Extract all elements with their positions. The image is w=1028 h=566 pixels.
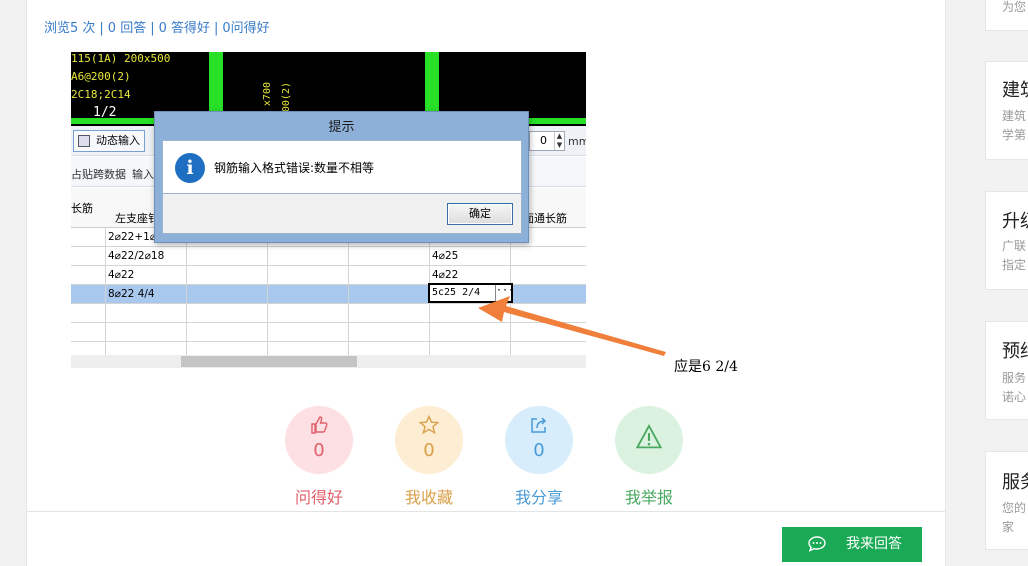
arrow-shape: [478, 296, 666, 356]
sidebar-card-title[interactable]: 升级: [1002, 207, 1028, 233]
sidebar-card[interactable]: 预约 服务 诺心: [985, 321, 1028, 420]
sidebar-card-text: 广联: [1002, 239, 1027, 253]
action-favorite[interactable]: 0 我收藏: [384, 406, 474, 508]
sidebar-card-text: 您的: [1002, 501, 1027, 515]
action-label: 我收藏: [404, 488, 453, 507]
spinner-value: 0: [540, 134, 547, 147]
answer-button[interactable]: 我来回答: [782, 527, 922, 562]
scrollbar-thumb[interactable]: [181, 356, 357, 367]
offset-spinner[interactable]: 0 ▲ ▼: [529, 131, 565, 151]
sidebar-card[interactable]: 服务 您的 家: [985, 451, 1028, 550]
action-label: 问得好: [294, 488, 343, 507]
table-row[interactable]: 4⌀22/2⌀18 4⌀25: [71, 247, 586, 266]
action-share[interactable]: 0 我分享: [494, 406, 584, 508]
sidebar-card-title[interactable]: 预约: [1002, 337, 1028, 363]
cad-text: 115(1A) 200x500: [71, 52, 171, 65]
thumbs-up-icon: [311, 416, 328, 434]
action-count: 0: [313, 440, 325, 461]
header-left-support: 左支座钅: [115, 212, 159, 225]
ok-button[interactable]: 确定: [447, 203, 513, 225]
sidebar-card[interactable]: 升级 广联 指定: [985, 191, 1028, 290]
alert-dialog: 提示 i 钢筋输入格式错误:数量不相等 确定: [154, 111, 529, 243]
sidebar-card[interactable]: 建筑 建筑 学第: [985, 61, 1028, 160]
grid-cell[interactable]: 4⌀25: [430, 247, 511, 266]
dialog-body: i 钢筋输入格式错误:数量不相等: [162, 140, 522, 194]
action-circle[interactable]: 0: [505, 406, 573, 474]
warning-icon: [636, 424, 662, 449]
annotation-note: 应是6 2/4: [674, 359, 738, 375]
header-top-through: 面通长筋: [523, 212, 567, 225]
action-label: 我分享: [514, 488, 563, 507]
separator: |: [214, 21, 219, 36]
cad-vertical-text: x700: [262, 82, 273, 107]
sidebar-card-text: 指定: [1002, 258, 1027, 272]
sidebar-card-title[interactable]: 服务: [1002, 468, 1028, 494]
question-stats: 浏览5 次 | 0 回答 | 0 答得好 | 0问得好: [44, 17, 270, 36]
chat-bubble-icon: [808, 536, 826, 552]
unit-label: mm: [568, 135, 586, 148]
action-count: 0: [533, 440, 545, 461]
action-circle[interactable]: 0: [395, 406, 463, 474]
info-icon: i: [175, 153, 205, 183]
header-through-bar: 长筋: [71, 202, 93, 215]
annotation-arrow-icon: [478, 296, 666, 356]
span-label: 1/2: [93, 105, 117, 120]
action-count: 0: [423, 440, 435, 461]
sidebar-card-text: 建筑: [1002, 109, 1027, 123]
separator: |: [150, 21, 155, 36]
answer-button-label: 我来回答: [846, 536, 902, 552]
good-answers-link[interactable]: 0 答得好: [159, 21, 210, 36]
answers-link[interactable]: 0 回答: [108, 21, 146, 36]
dialog-footer: 确定: [162, 194, 522, 234]
grid-cell[interactable]: 4⌀22/2⌀18: [106, 247, 187, 266]
views-count: 浏览5 次: [44, 21, 96, 36]
good-questions-link[interactable]: 0问得好: [222, 21, 269, 36]
sidebar-card-text: 家: [1002, 520, 1015, 534]
star-icon: [419, 415, 439, 435]
dynamic-input-label: 动态输入: [96, 134, 140, 147]
action-circle[interactable]: 0: [285, 406, 353, 474]
dialog-title: 提示: [328, 120, 355, 135]
action-label: 我举报: [624, 488, 673, 507]
grid-cell[interactable]: 4⌀22: [106, 266, 187, 285]
sidebar-card-title[interactable]: 建筑: [1002, 76, 1028, 102]
sidebar-card-text: 诺心: [1002, 390, 1027, 404]
input-label[interactable]: 输入: [132, 166, 154, 182]
keyboard-icon: [78, 135, 90, 147]
paste-span-label[interactable]: 占贴跨数据: [71, 166, 126, 182]
sidebar-card-text: 服务: [1002, 371, 1027, 385]
page: 浏览5 次 | 0 回答 | 0 答得好 | 0问得好 115(1A) 200x500 A6…: [0, 0, 1028, 566]
dialog-message: 钢筋输入格式错误:数量不相等: [214, 161, 375, 175]
separator: |: [99, 21, 104, 36]
sidebar-card-text: 学第: [1002, 128, 1027, 142]
sidebar-card-top: 为您: [985, 0, 1028, 31]
action-circle[interactable]: [615, 406, 683, 474]
action-report[interactable]: 我举报: [604, 406, 694, 508]
sidebar-card-text: 为您: [1002, 0, 1027, 14]
spinner-arrows-icon[interactable]: ▲ ▼: [554, 132, 564, 150]
dynamic-input-button[interactable]: 动态输入: [73, 130, 145, 152]
cad-text: 2C18;2C14: [71, 88, 131, 101]
share-icon: [531, 417, 547, 433]
grid-cell[interactable]: 8⌀22 4/4: [106, 285, 187, 304]
cad-text: A6@200(2): [71, 70, 131, 83]
divider: [26, 511, 946, 512]
action-good-question[interactable]: 0 问得好: [274, 406, 364, 508]
